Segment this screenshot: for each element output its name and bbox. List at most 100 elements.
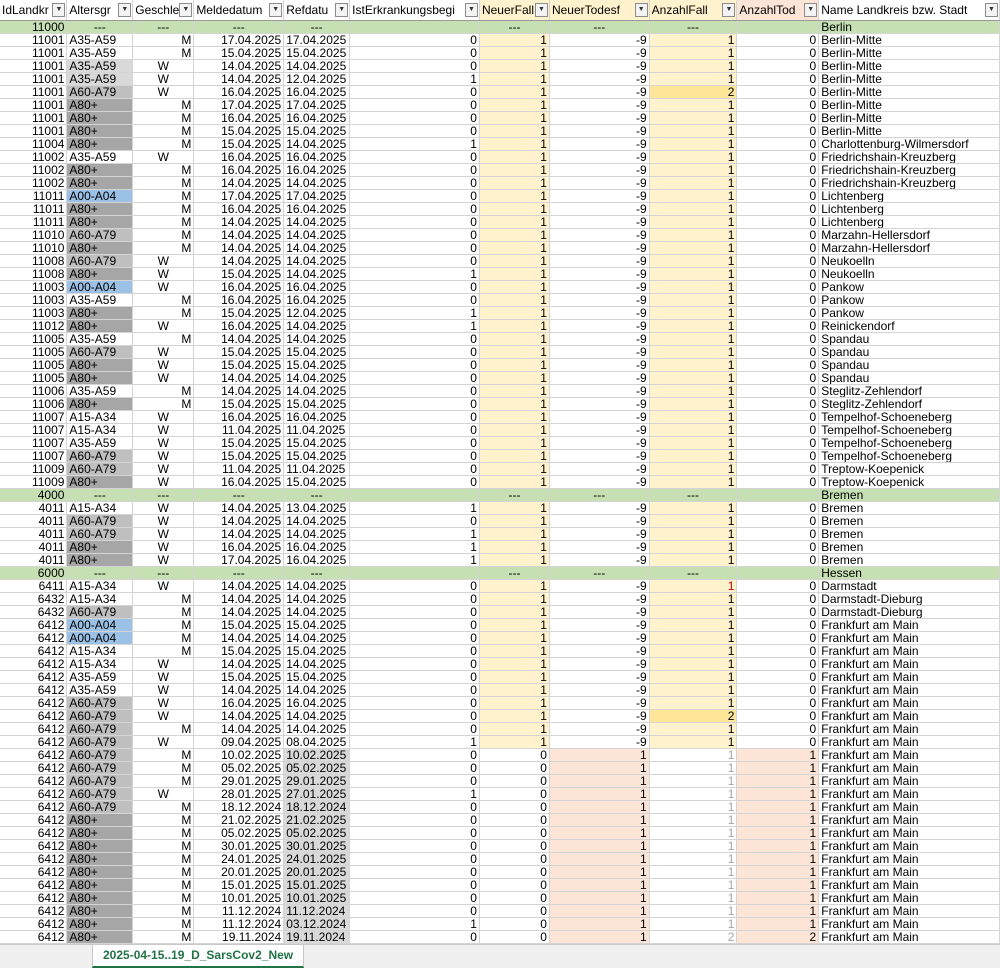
cell-anzahlfall[interactable]: 1 xyxy=(649,267,738,281)
cell-isterkrankungsbeginn[interactable]: 0 xyxy=(349,98,480,112)
cell-landkreis-name[interactable]: Darmstadt-Dieburg xyxy=(818,592,1000,606)
cell-idlandkreis[interactable]: 6412 xyxy=(0,839,68,853)
cell-geschlecht[interactable]: M xyxy=(132,137,195,151)
cell-anzahltodesfall[interactable]: 0 xyxy=(736,644,820,658)
cell-anzahlfall[interactable]: 1 xyxy=(649,436,738,450)
cell-anzahlfall[interactable]: 1 xyxy=(649,98,738,112)
cell-neuertodesfall[interactable]: -9 xyxy=(549,423,650,437)
cell-geschlecht[interactable]: W xyxy=(132,423,195,437)
cell-landkreis-name[interactable]: Berlin-Mitte xyxy=(818,72,1000,86)
cell-neuertodesfall[interactable]: -9 xyxy=(549,280,650,294)
cell-neuerfall[interactable]: 0 xyxy=(479,878,550,892)
cell-isterkrankungsbeginn[interactable]: 0 xyxy=(349,280,480,294)
cell-landkreis-name[interactable]: Berlin-Mitte xyxy=(818,98,1000,112)
cell-isterkrankungsbeginn[interactable]: 0 xyxy=(349,605,480,619)
cell-landkreis-name[interactable]: Frankfurt am Main xyxy=(818,813,1000,827)
cell-altersgruppe[interactable]: A60-A79 xyxy=(66,85,134,99)
cell-anzahlfall[interactable]: 1 xyxy=(649,423,738,437)
cell-anzahlfall[interactable]: 1 xyxy=(649,787,738,801)
cell-anzahltodesfall[interactable]: 0 xyxy=(736,371,820,385)
cell-altersgruppe[interactable]: A80+ xyxy=(66,202,134,216)
cell-idlandkreis[interactable]: 6412 xyxy=(0,917,68,931)
cell-altersgruppe[interactable]: A80+ xyxy=(66,930,134,944)
cell-neuerfall[interactable]: 1 xyxy=(479,293,550,307)
cell-anzahlfall[interactable]: 1 xyxy=(649,215,738,229)
cell-refdatum[interactable]: --- xyxy=(283,20,351,34)
cell-altersgruppe[interactable]: A80+ xyxy=(66,98,134,112)
cell-meldedatum[interactable]: 14.04.2025 xyxy=(193,59,285,73)
cell-anzahlfall[interactable]: --- xyxy=(649,488,738,502)
cell-altersgruppe[interactable]: A60-A79 xyxy=(66,228,134,242)
cell-idlandkreis[interactable]: 11000 xyxy=(0,20,68,34)
cell-neuerfall[interactable]: 1 xyxy=(479,124,550,138)
cell-anzahlfall[interactable]: 1 xyxy=(649,605,738,619)
cell-landkreis-name[interactable]: Frankfurt am Main xyxy=(818,800,1000,814)
cell-refdatum[interactable]: 14.04.2025 xyxy=(283,228,351,242)
cell-altersgruppe[interactable]: A80+ xyxy=(66,176,134,190)
cell-landkreis-name[interactable]: Bremen xyxy=(818,553,1000,567)
cell-idlandkreis[interactable]: 4011 xyxy=(0,553,68,567)
cell-neuertodesfall[interactable]: -9 xyxy=(549,605,650,619)
cell-isterkrankungsbeginn[interactable]: 0 xyxy=(349,800,480,814)
cell-altersgruppe[interactable]: --- xyxy=(66,488,134,502)
cell-isterkrankungsbeginn[interactable]: 1 xyxy=(349,553,480,567)
cell-isterkrankungsbeginn[interactable]: 1 xyxy=(349,735,480,749)
cell-anzahltodesfall[interactable]: 0 xyxy=(736,293,820,307)
cell-isterkrankungsbeginn[interactable]: 1 xyxy=(349,917,480,931)
cell-altersgruppe[interactable]: A15-A34 xyxy=(66,410,134,424)
cell-isterkrankungsbeginn[interactable]: 0 xyxy=(349,124,480,138)
cell-altersgruppe[interactable]: A80+ xyxy=(66,358,134,372)
cell-geschlecht[interactable]: W xyxy=(132,267,195,281)
cell-geschlecht[interactable]: W xyxy=(132,280,195,294)
cell-geschlecht[interactable]: W xyxy=(132,410,195,424)
cell-landkreis-name[interactable]: Frankfurt am Main xyxy=(818,930,1000,944)
cell-neuertodesfall[interactable]: -9 xyxy=(549,189,650,203)
cell-meldedatum[interactable]: 15.04.2025 xyxy=(193,46,285,60)
cell-isterkrankungsbeginn[interactable]: 0 xyxy=(349,150,480,164)
cell-landkreis-name[interactable]: Bremen xyxy=(818,540,1000,554)
cell-altersgruppe[interactable]: A80+ xyxy=(66,865,134,879)
cell-altersgruppe[interactable]: A80+ xyxy=(66,813,134,827)
cell-geschlecht[interactable]: W xyxy=(132,72,195,86)
cell-altersgruppe[interactable]: A80+ xyxy=(66,878,134,892)
cell-neuerfall[interactable]: 1 xyxy=(479,683,550,697)
cell-neuerfall[interactable]: 1 xyxy=(479,267,550,281)
cell-neuerfall[interactable]: 0 xyxy=(479,904,550,918)
cell-anzahltodesfall[interactable]: 0 xyxy=(736,696,820,710)
cell-isterkrankungsbeginn[interactable]: 0 xyxy=(349,722,480,736)
cell-neuertodesfall[interactable]: -9 xyxy=(549,98,650,112)
cell-anzahlfall[interactable]: 1 xyxy=(649,800,738,814)
cell-idlandkreis[interactable]: 6432 xyxy=(0,605,68,619)
cell-meldedatum[interactable]: 16.04.2025 xyxy=(193,150,285,164)
cell-refdatum[interactable]: 15.04.2025 xyxy=(283,644,351,658)
cell-meldedatum[interactable]: 11.12.2024 xyxy=(193,917,285,931)
cell-refdatum[interactable]: 12.04.2025 xyxy=(283,306,351,320)
cell-isterkrankungsbeginn[interactable]: 0 xyxy=(349,644,480,658)
cell-meldedatum[interactable]: 09.04.2025 xyxy=(193,735,285,749)
cell-anzahlfall[interactable]: 1 xyxy=(649,657,738,671)
cell-geschlecht[interactable]: M xyxy=(132,878,195,892)
cell-anzahltodesfall[interactable]: 0 xyxy=(736,592,820,606)
cell-meldedatum[interactable]: 28.01.2025 xyxy=(193,787,285,801)
cell-meldedatum[interactable]: 16.04.2025 xyxy=(193,85,285,99)
cell-neuerfall[interactable]: 1 xyxy=(479,501,550,515)
cell-anzahlfall[interactable]: 1 xyxy=(649,280,738,294)
cell-altersgruppe[interactable]: A80+ xyxy=(66,553,134,567)
cell-anzahltodesfall[interactable]: 0 xyxy=(736,722,820,736)
cell-isterkrankungsbeginn[interactable]: 0 xyxy=(349,397,480,411)
cell-neuertodesfall[interactable]: 1 xyxy=(549,852,650,866)
cell-neuertodesfall[interactable]: -9 xyxy=(549,267,650,281)
cell-isterkrankungsbeginn[interactable]: 0 xyxy=(349,293,480,307)
cell-landkreis-name[interactable]: Frankfurt am Main xyxy=(818,696,1000,710)
cell-neuerfall[interactable]: 1 xyxy=(479,423,550,437)
cell-landkreis-name[interactable]: Lichtenberg xyxy=(818,202,1000,216)
cell-neuertodesfall[interactable]: -9 xyxy=(549,709,650,723)
cell-altersgruppe[interactable]: A60-A79 xyxy=(66,462,134,476)
cell-landkreis-name[interactable]: Treptow-Koepenick xyxy=(818,462,1000,476)
cell-meldedatum[interactable]: 16.04.2025 xyxy=(193,475,285,489)
cell-geschlecht[interactable]: M xyxy=(132,306,195,320)
cell-anzahlfall[interactable]: 1 xyxy=(649,683,738,697)
cell-neuerfall[interactable]: 1 xyxy=(479,670,550,684)
cell-idlandkreis[interactable]: 6412 xyxy=(0,709,68,723)
cell-geschlecht[interactable]: M xyxy=(132,826,195,840)
